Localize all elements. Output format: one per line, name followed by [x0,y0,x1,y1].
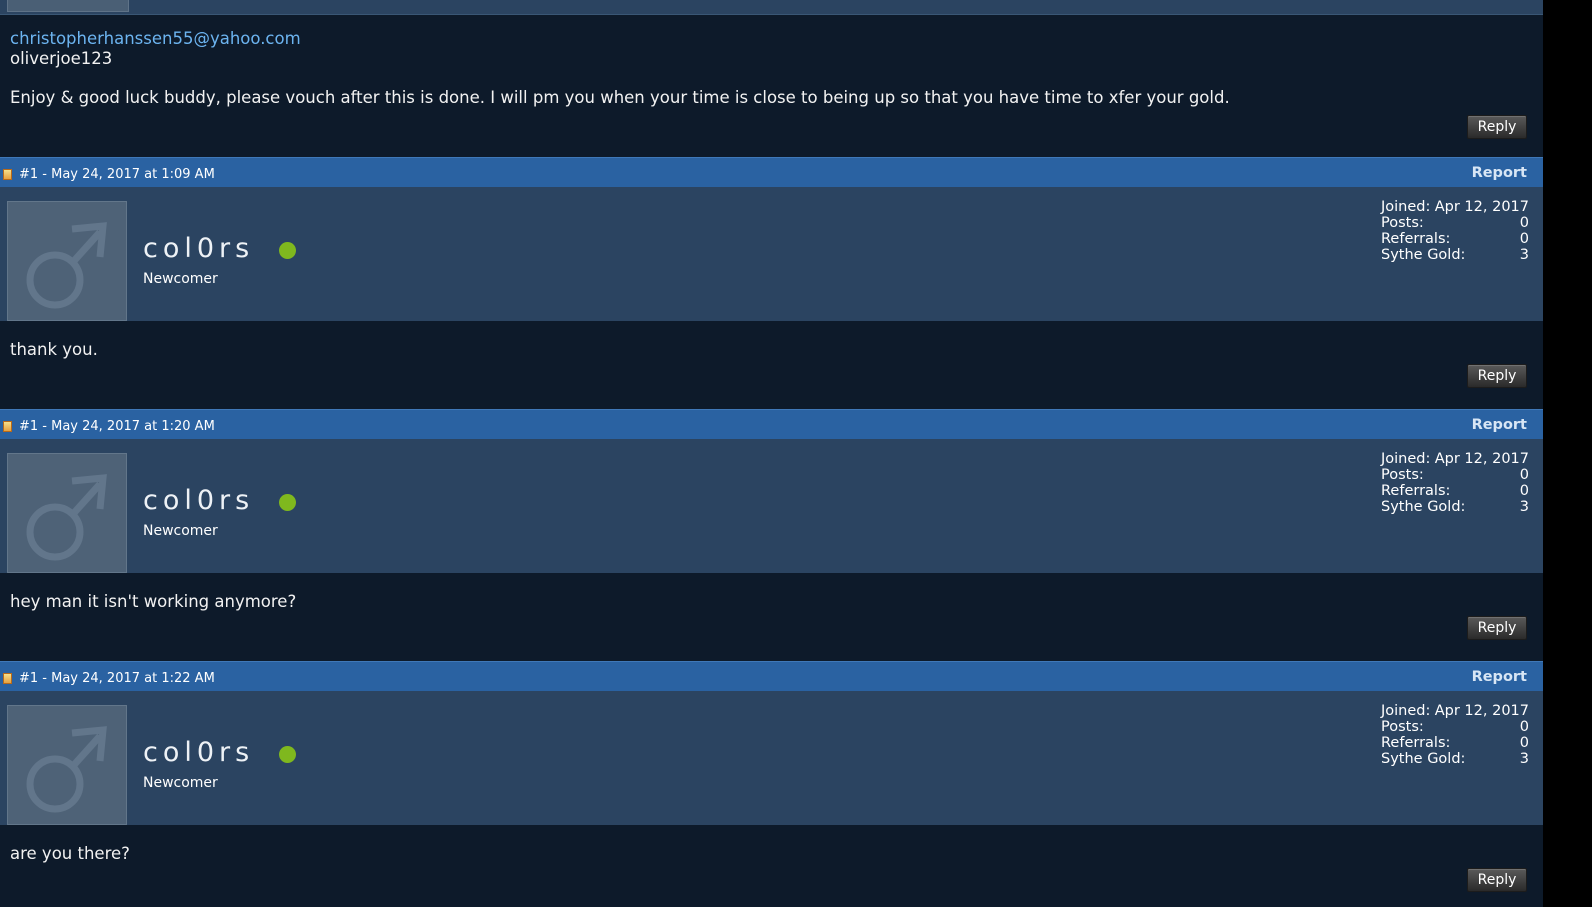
email-link[interactable]: christopherhanssen55@yahoo.com [10,29,301,48]
stat-referrals: Referrals: 0 [1381,231,1529,247]
reply-button[interactable]: Reply [1467,616,1527,640]
user-panel: col0rs Newcomer Joined: Apr 12, 2017 Post… [0,691,1543,825]
avatar[interactable] [7,453,127,573]
user-title: Newcomer [143,271,218,287]
post-text-line: oliverjoe123 [10,49,113,68]
stat-referrals: Referrals: 0 [1381,483,1529,499]
user-panel: col0rs Newcomer Joined: Apr 12, 2017 Post… [0,439,1543,573]
user-title: Newcomer [143,523,218,539]
report-link[interactable]: Report [1472,417,1527,433]
post-icon [3,673,12,684]
post-icon [3,169,12,180]
post-header: #1 - May 24, 2017 at 1:09 AM Report [0,157,1543,187]
previous-user-panel [0,0,1543,15]
post: #1 - May 24, 2017 at 1:22 AM Report col0… [0,661,1543,907]
username[interactable]: col0rs [143,233,254,264]
post-header: #1 - May 24, 2017 at 1:20 AM Report [0,409,1543,439]
username[interactable]: col0rs [143,737,254,768]
stat-joined: Joined: Apr 12, 2017 [1381,703,1529,719]
stat-posts: Posts: 0 [1381,719,1529,735]
post-icon [3,421,12,432]
report-link[interactable]: Report [1472,669,1527,685]
post-body: thank you. Reply [0,321,1543,409]
stat-posts: Posts: 0 [1381,467,1529,483]
male-avatar-icon [26,222,107,309]
report-link[interactable]: Report [1472,165,1527,181]
stat-posts: Posts: 0 [1381,215,1529,231]
reply-button[interactable]: Reply [1467,868,1527,892]
post-message: thank you. [10,340,98,359]
reply-button[interactable]: Reply [1467,364,1527,388]
avatar[interactable] [7,201,127,321]
post-message: Enjoy & good luck buddy, please vouch af… [10,88,1230,107]
stat-joined: Joined: Apr 12, 2017 [1381,451,1529,467]
user-panel: col0rs Newcomer Joined: Apr 12, 2017 Post… [0,187,1543,321]
stat-sythe-gold: Sythe Gold: 3 [1381,751,1529,767]
user-stats: Joined: Apr 12, 2017 Posts: 0 Referrals: 0 … [1381,199,1529,263]
stat-joined: Joined: Apr 12, 2017 [1381,199,1529,215]
male-avatar-icon [26,474,107,561]
stat-sythe-gold: Sythe Gold: 3 [1381,499,1529,515]
user-title: Newcomer [143,775,218,791]
online-status-icon [279,746,296,763]
post-body: christopherhanssen55@yahoo.com oliverjoe… [0,15,1543,158]
post-meta: #1 - May 24, 2017 at 1:22 AM [19,671,215,686]
online-status-icon [279,242,296,259]
stat-referrals: Referrals: 0 [1381,735,1529,751]
avatar[interactable] [7,705,127,825]
post: #1 - May 24, 2017 at 1:20 AM Report col0… [0,409,1543,661]
user-stats: Joined: Apr 12, 2017 Posts: 0 Referrals: 0 … [1381,451,1529,515]
thread-container: christopherhanssen55@yahoo.com oliverjoe… [0,0,1543,907]
reply-button[interactable]: Reply [1467,115,1527,139]
online-status-icon [279,494,296,511]
male-avatar-icon [26,726,107,813]
stat-sythe-gold: Sythe Gold: 3 [1381,247,1529,263]
post: #1 - May 24, 2017 at 1:09 AM Report col0… [0,157,1543,409]
username[interactable]: col0rs [143,485,254,516]
post-message: are you there? [10,844,130,863]
post-body: hey man it isn't working anymore? Reply [0,573,1543,661]
user-stats: Joined: Apr 12, 2017 Posts: 0 Referrals: 0 … [1381,703,1529,767]
post-message: hey man it isn't working anymore? [10,592,297,611]
post-meta: #1 - May 24, 2017 at 1:20 AM [19,419,215,434]
post-body: are you there? Reply [0,825,1543,907]
post-meta: #1 - May 24, 2017 at 1:09 AM [19,167,215,182]
post-header: #1 - May 24, 2017 at 1:22 AM Report [0,661,1543,691]
avatar [7,0,129,12]
